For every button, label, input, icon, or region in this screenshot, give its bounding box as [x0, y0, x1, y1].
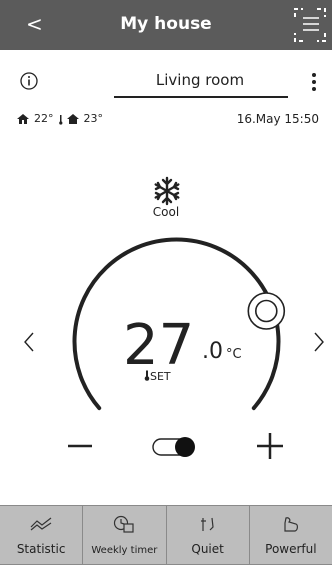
top-bar: < My house: [0, 0, 332, 50]
next-unit-arrow-icon[interactable]: [312, 330, 326, 354]
powerful-icon: [284, 517, 298, 532]
power-toggle[interactable]: [151, 436, 199, 458]
room-selector[interactable]: Living room: [114, 71, 286, 89]
tab-quiet[interactable]: Quiet: [167, 506, 250, 564]
statistic-icon: [30, 517, 52, 531]
tab-powerful-label: Powerful: [265, 542, 317, 556]
increase-temp-button[interactable]: [255, 431, 285, 461]
setpoint-decimal: .0: [202, 339, 223, 364]
bottom-tab-bar: Statistic Weekly timer Quiet Powerful: [0, 505, 332, 565]
weekly-timer-icon: [114, 515, 134, 533]
quiet-icon: [200, 517, 214, 531]
tab-statistic[interactable]: Statistic: [0, 506, 84, 564]
previous-unit-arrow-icon[interactable]: [22, 330, 36, 354]
set-label: SET: [144, 370, 171, 383]
more-options-icon[interactable]: [311, 72, 317, 92]
menu-icon[interactable]: [293, 7, 327, 43]
indoor-house-icon: [17, 113, 29, 124]
info-icon[interactable]: [20, 72, 38, 90]
indoor-temp: 22°: [34, 112, 54, 125]
setpoint-value: 27: [123, 313, 195, 378]
dial-knob[interactable]: [247, 292, 286, 330]
tab-powerful[interactable]: Powerful: [250, 506, 332, 564]
tab-quiet-label: Quiet: [191, 542, 224, 556]
temperature-status: 22° 23°: [16, 112, 103, 125]
outdoor-house-icon: [58, 113, 79, 125]
page-title: My house: [120, 14, 212, 34]
tab-weekly-timer[interactable]: Weekly timer: [83, 506, 167, 564]
tab-statistic-label: Statistic: [16, 542, 66, 556]
set-text: SET: [150, 370, 171, 383]
setpoint-unit: °C: [226, 347, 242, 362]
mode-label: Cool: [152, 205, 180, 219]
room-underline: [114, 96, 288, 98]
datetime: 16.May 15:50: [236, 112, 319, 126]
outdoor-temp: 23°: [83, 112, 104, 125]
tab-weekly-timer-label: Weekly timer: [91, 545, 158, 556]
decrease-temp-button[interactable]: [67, 433, 93, 459]
